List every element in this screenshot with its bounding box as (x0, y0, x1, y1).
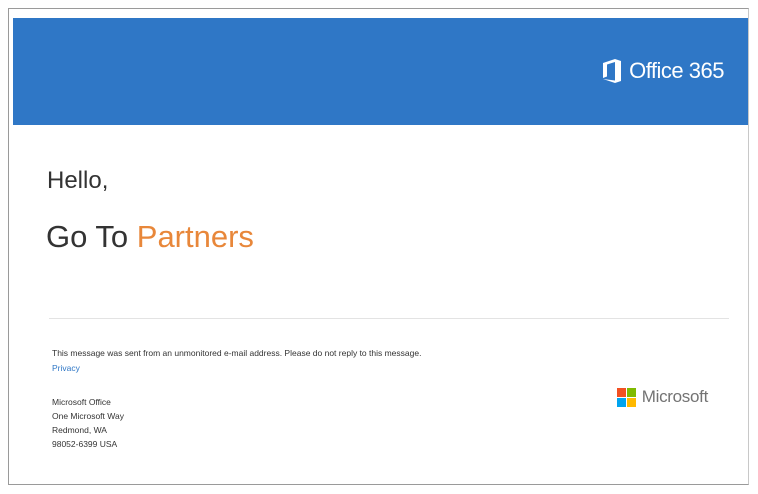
greeting: Hello, (47, 167, 109, 194)
header-banner: Office 365 (13, 18, 748, 125)
headline: Go To Partners (46, 219, 254, 255)
address-line: Redmond, WA (52, 425, 107, 435)
headline-prefix: Go To (46, 219, 137, 254)
address-line: Microsoft Office (52, 397, 111, 407)
privacy-link[interactable]: Privacy (52, 363, 80, 373)
office-logo-icon (603, 59, 622, 83)
microsoft-yellow-square (626, 397, 636, 407)
unmonitored-notice: This message was sent from an unmonitore… (52, 348, 422, 358)
address-line: 98052-6399 USA (52, 439, 118, 449)
microsoft-logo: Microsoft (616, 387, 709, 407)
microsoft-blue-square (616, 397, 626, 407)
microsoft-wordmark: Microsoft (641, 387, 709, 406)
email-frame: Office 365 Hello, Go To Partners This me… (8, 8, 749, 485)
microsoft-grid-icon (616, 387, 636, 407)
brand-name: Office 365 (629, 58, 724, 83)
microsoft-green-square (626, 387, 636, 397)
office-365-logo: Office 365 (602, 58, 724, 84)
microsoft-red-square (616, 387, 626, 397)
postal-address: Microsoft Office One Microsoft Way Redmo… (52, 395, 124, 451)
address-line: One Microsoft Way (52, 411, 124, 421)
headline-partners-link[interactable]: Partners (137, 219, 254, 254)
divider (49, 318, 729, 319)
